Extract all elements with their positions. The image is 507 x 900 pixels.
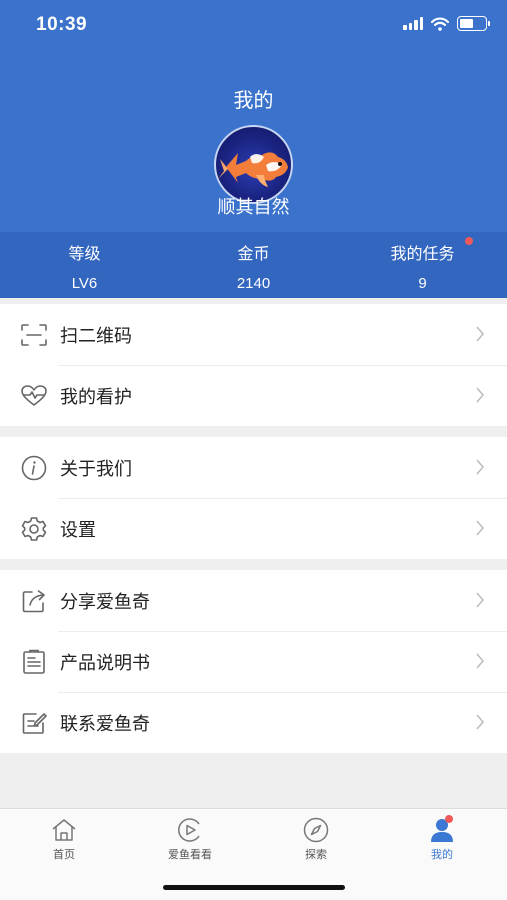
- profile-header: 10:39 我的 顺其自然: [0, 0, 507, 232]
- username: 顺其自然: [217, 197, 290, 218]
- stat-label: 等级: [68, 244, 101, 263]
- chevron-right-icon: [476, 520, 485, 536]
- compass-icon: [253, 817, 379, 843]
- stat-label: 我的任务: [390, 244, 455, 263]
- chevron-right-icon: [476, 459, 485, 475]
- heart-pulse-icon: [20, 382, 48, 410]
- menu-group-3: 分享爱鱼奇 产品说明书 联系爱鱼奇: [0, 570, 507, 753]
- menu-item-label: 关于我们: [60, 458, 132, 480]
- qr-scan-icon: [20, 321, 48, 349]
- stat-value: LV6: [71, 275, 98, 292]
- menu-item-label: 分享爱鱼奇: [60, 591, 150, 613]
- menu-group-1: 扫二维码 我的看护: [0, 304, 507, 426]
- page-title: 我的: [233, 88, 274, 112]
- tab-label: 爱鱼看看: [168, 848, 212, 861]
- menu-item-manual[interactable]: 产品说明书: [0, 631, 507, 692]
- stat-value: 9: [418, 275, 427, 292]
- chevron-right-icon: [476, 714, 485, 730]
- stat-tasks[interactable]: 我的任务 9: [338, 232, 507, 298]
- manual-icon: [20, 648, 48, 676]
- signal-icon: [403, 17, 423, 30]
- menu-item-about-us[interactable]: 关于我们: [0, 437, 507, 498]
- home-indicator[interactable]: [163, 885, 345, 890]
- tab-home[interactable]: 首页: [1, 817, 127, 862]
- status-icons: [403, 16, 490, 31]
- wifi-icon: [431, 17, 449, 31]
- menu-item-contact[interactable]: 联系爱鱼奇: [0, 692, 507, 753]
- menu-item-share[interactable]: 分享爱鱼奇: [0, 570, 507, 631]
- battery-icon: [457, 16, 490, 31]
- menu-item-settings[interactable]: 设置: [0, 498, 507, 559]
- tab-label: 首页: [53, 848, 75, 861]
- stat-label: 金币: [237, 244, 270, 263]
- gear-icon: [20, 515, 48, 543]
- home-icon: [1, 817, 127, 843]
- share-icon: [20, 587, 48, 615]
- stat-coins[interactable]: 金币 2140: [169, 232, 338, 298]
- tab-label: 我的: [431, 848, 453, 861]
- chevron-right-icon: [476, 653, 485, 669]
- menu-item-label: 产品说明书: [60, 652, 150, 674]
- menu-item-my-care[interactable]: 我的看护: [0, 365, 507, 426]
- stat-level[interactable]: 等级 LV6: [0, 232, 169, 298]
- video-icon: [127, 817, 253, 843]
- info-icon: [20, 454, 48, 482]
- menu-item-scan-qr[interactable]: 扫二维码: [0, 304, 507, 365]
- chevron-right-icon: [476, 387, 485, 403]
- menu-item-label: 设置: [60, 519, 96, 541]
- menu-item-label: 我的看护: [60, 386, 132, 408]
- menu-item-label: 联系爱鱼奇: [60, 713, 150, 735]
- person-icon: [379, 815, 505, 843]
- status-bar: 10:39: [0, 0, 507, 50]
- chevron-right-icon: [476, 592, 485, 608]
- notification-dot: [465, 237, 473, 245]
- stats-bar: 等级 LV6 金币 2140 我的任务 9: [0, 232, 507, 298]
- menu-group-2: 关于我们 设置: [0, 437, 507, 559]
- tab-label: 探索: [305, 848, 327, 861]
- tab-mine[interactable]: 我的: [379, 815, 505, 862]
- tab-aiyu-watch[interactable]: 爱鱼看看: [127, 817, 253, 862]
- tab-explore[interactable]: 探索: [253, 817, 379, 862]
- stat-value: 2140: [236, 275, 271, 292]
- contact-icon: [20, 709, 48, 737]
- chevron-right-icon: [476, 326, 485, 342]
- status-time: 10:39: [36, 14, 88, 35]
- menu-item-label: 扫二维码: [60, 325, 132, 347]
- notification-dot: [445, 815, 453, 823]
